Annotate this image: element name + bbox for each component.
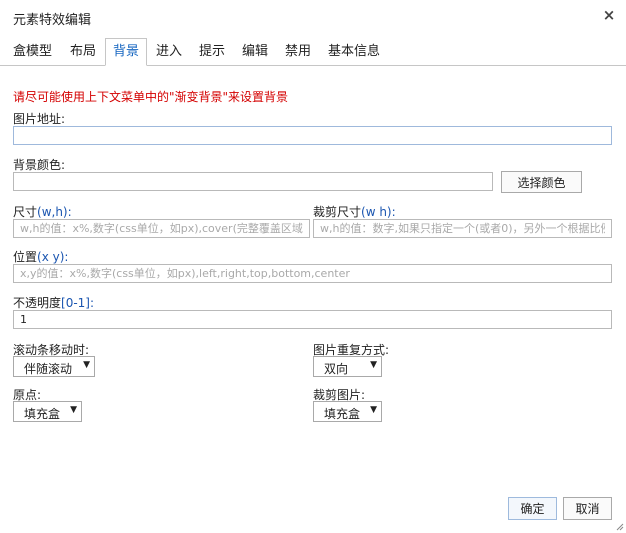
crop-size-label-main: 裁剪尺寸	[313, 205, 362, 219]
tab-bar: 盒模型 布局 背景 进入 提示 编辑 禁用 基本信息	[0, 38, 626, 66]
clip-select[interactable]: 填充盒 ▼	[313, 401, 382, 422]
bg-color-label: 背景颜色:	[13, 158, 66, 172]
tab-basic-info[interactable]: 基本信息	[321, 40, 387, 64]
repeat-select-value: 双向	[324, 362, 349, 376]
position-input[interactable]	[13, 264, 612, 283]
pick-color-button[interactable]: 选择颜色	[501, 171, 582, 193]
effect-edit-dialog: 元素特效编辑 × 盒模型 布局 背景 进入 提示 编辑 禁用 基本信息 请尽可能…	[0, 0, 626, 533]
tab-layout[interactable]: 布局	[63, 40, 103, 64]
opacity-label-hint: [0-1]:	[61, 296, 95, 310]
tab-background[interactable]: 背景	[105, 38, 148, 66]
tab-edit[interactable]: 编辑	[235, 40, 275, 64]
scroll-select-value: 伴随滚动	[24, 362, 73, 376]
cancel-button[interactable]: 取消	[563, 497, 612, 520]
tab-tips[interactable]: 提示	[192, 40, 232, 64]
position-label: 位置(x y):	[13, 248, 68, 265]
resize-grip-icon[interactable]	[616, 523, 624, 531]
repeat-select[interactable]: 双向 ▼	[313, 356, 382, 377]
chevron-down-icon: ▼	[83, 360, 90, 370]
crop-size-label-hint: (w h):	[361, 205, 396, 219]
tab-box-model[interactable]: 盒模型	[6, 40, 59, 64]
position-label-main: 位置	[13, 250, 38, 264]
close-icon[interactable]: ×	[601, 7, 617, 23]
chevron-down-icon: ▼	[370, 405, 377, 415]
ok-button[interactable]: 确定	[508, 497, 557, 520]
size-label: 尺寸(w,h):	[13, 203, 72, 220]
crop-size-label: 裁剪尺寸(w h):	[313, 203, 396, 220]
origin-select[interactable]: 填充盒 ▼	[13, 401, 82, 422]
size-label-main: 尺寸	[13, 205, 38, 219]
tab-disable[interactable]: 禁用	[278, 40, 318, 64]
dialog-title: 元素特效编辑	[13, 13, 92, 28]
opacity-input[interactable]	[13, 310, 612, 329]
scroll-select[interactable]: 伴随滚动 ▼	[13, 356, 95, 377]
size-input[interactable]	[13, 219, 310, 238]
chevron-down-icon: ▼	[70, 405, 77, 415]
crop-size-input[interactable]	[313, 219, 612, 238]
origin-select-value: 填充盒	[24, 407, 61, 421]
notice-text: 请尽可能使用上下文菜单中的"渐变背景"来设置背景	[13, 90, 289, 104]
position-label-hint: (x y):	[37, 250, 69, 264]
clip-select-value: 填充盒	[324, 407, 361, 421]
size-label-hint: (w,h):	[37, 205, 72, 219]
image-url-input[interactable]	[13, 126, 612, 145]
opacity-label-main: 不透明度	[13, 296, 62, 310]
chevron-down-icon: ▼	[370, 360, 377, 370]
tab-enter[interactable]: 进入	[149, 40, 189, 64]
opacity-label: 不透明度[0-1]:	[13, 294, 94, 311]
image-url-label: 图片地址:	[13, 112, 66, 126]
bg-color-input[interactable]	[13, 172, 493, 191]
